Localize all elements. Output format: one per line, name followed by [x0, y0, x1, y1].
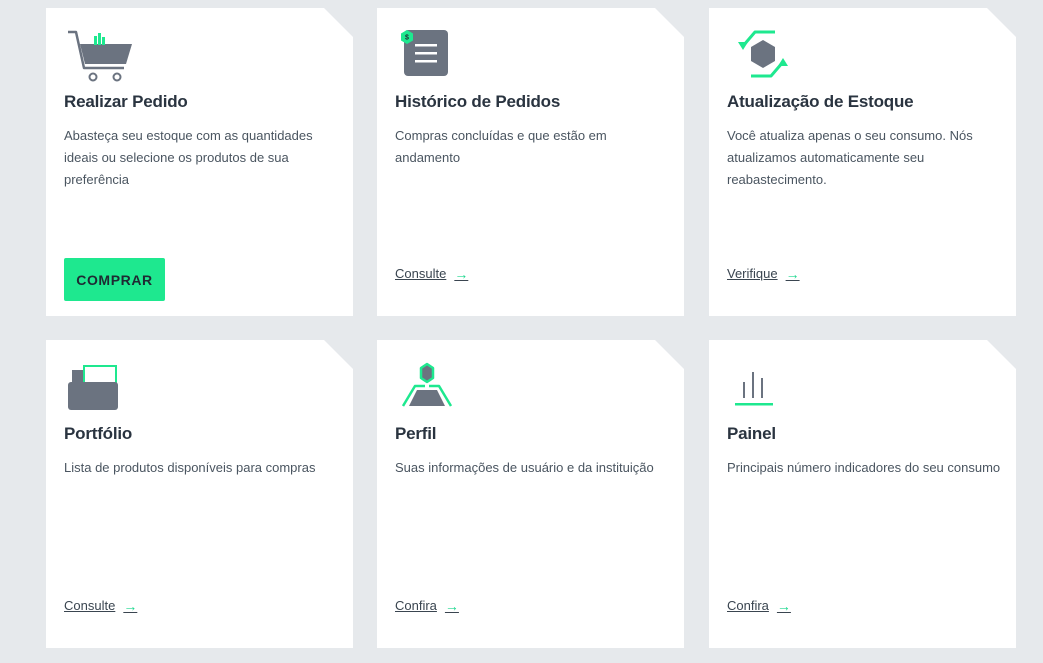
card-realizar-pedido: Realizar Pedido Abasteça seu estoque com… [46, 8, 353, 316]
card-title: Portfólio [64, 424, 133, 443]
order-history-icon: $ [395, 26, 467, 86]
arrow-right-icon: → [454, 265, 469, 282]
card-title: Histórico de Pedidos [395, 92, 561, 111]
confira-link[interactable]: Confira → [395, 598, 459, 613]
card-description: Lista de produtos disponíveis para compr… [64, 460, 316, 475]
card-description: Suas informações de usuário e da institu… [395, 460, 654, 475]
dashboard-chart-icon [727, 358, 799, 418]
link-label: Consulte [395, 266, 447, 281]
link-label: Confira [395, 598, 437, 613]
confira-link[interactable]: Confira → [727, 598, 791, 613]
link-label: Consulte [64, 598, 116, 613]
arrow-right-icon: → [776, 597, 791, 614]
consulte-link[interactable]: Consulte → [395, 266, 468, 281]
consulte-link[interactable]: Consulte → [64, 598, 137, 613]
card-description: Você atualiza apenas o seu consumo. Nós … [727, 128, 973, 187]
link-label: Verifique [727, 266, 778, 281]
card-title: Painel [727, 424, 776, 443]
card-perfil: Perfil Suas informações de usuário e da … [377, 340, 684, 648]
verifique-link[interactable]: Verifique → [727, 266, 800, 281]
dollar-badge: $ [405, 35, 409, 42]
comprar-button[interactable]: COMPRAR [64, 258, 165, 301]
folder-icon [64, 358, 136, 418]
card-atualizacao-estoque: Atualização de Estoque Você atualiza ape… [709, 8, 1016, 316]
card-title: Realizar Pedido [64, 92, 188, 111]
card-title: Perfil [395, 424, 437, 443]
arrow-right-icon: → [123, 597, 138, 614]
card-historico-pedidos: $ Histórico de Pedidos Compras concluída… [377, 8, 684, 316]
card-description: Abasteça seu estoque com as quantidades … [64, 128, 313, 187]
arrow-right-icon: → [785, 265, 800, 282]
link-label: Confira [727, 598, 769, 613]
stock-refresh-icon [727, 26, 799, 86]
card-painel: Painel Principais número indicadores do … [709, 340, 1016, 648]
card-title: Atualização de Estoque [727, 92, 914, 111]
user-profile-icon [395, 358, 467, 418]
card-portfolio: Portfólio Lista de produtos disponíveis … [46, 340, 353, 648]
shopping-cart-icon [64, 26, 136, 86]
card-description: Principais número indicadores do seu con… [727, 460, 1001, 475]
card-description: Compras concluídas e que estão em andame… [395, 128, 607, 165]
arrow-right-icon: → [444, 597, 459, 614]
